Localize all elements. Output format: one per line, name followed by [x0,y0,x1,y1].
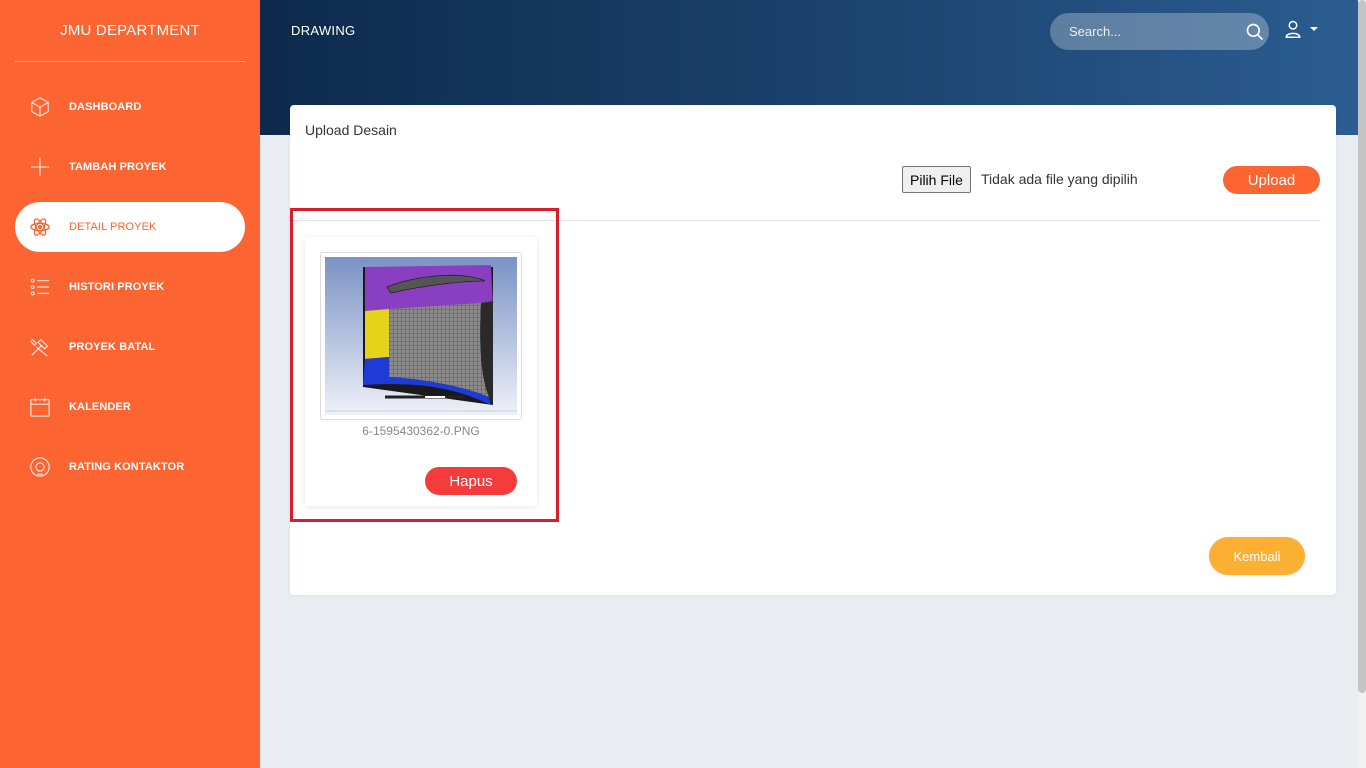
scrollbar-thumb[interactable] [1358,0,1366,693]
sidebar-item-label: TAMBAH PROYEK [69,161,167,173]
chevron-down-icon [1310,27,1318,31]
sidebar-item-proyek-batal[interactable]: PROYEK BATAL [15,322,245,372]
card-title: Upload Desain [305,122,397,138]
sidebar-item-histori-proyek[interactable]: HISTORI PROYEK [15,262,245,312]
sidebar-item-label: PROYEK BATAL [69,341,156,353]
brand-title: JMU DEPARTMENT [15,0,245,62]
back-button[interactable]: Kembali [1209,537,1305,575]
sidebar-item-detail-proyek[interactable]: DETAIL PROYEK [15,202,245,252]
file-status-text: Tidak ada file yang dipilih [981,171,1138,187]
sidebar-item-label: DASHBOARD [69,101,142,113]
search-input[interactable] [1069,24,1245,39]
page-scrollbar[interactable] [1358,0,1366,768]
file-thumbnail[interactable] [320,252,522,420]
file-card: 6-1595430362-0.PNG Hapus [305,237,537,506]
upload-button[interactable]: Upload [1223,166,1320,194]
cube-icon [29,96,51,118]
search-bar [1050,13,1269,50]
sidebar-nav: DASHBOARD TAMBAH PROYEK DETAIL PROYEK HI… [0,82,260,492]
sidebar-item-label: KALENDER [69,401,131,413]
sidebar-item-dashboard[interactable]: DASHBOARD [15,82,245,132]
search-icon[interactable] [1245,22,1265,42]
sidebar-item-kalender[interactable]: KALENDER [15,382,245,432]
sidebar-item-label: DETAIL PROYEK [69,221,157,233]
user-menu[interactable] [1284,20,1318,38]
list-icon [29,276,51,298]
page-title: DRAWING [291,23,356,38]
delete-button[interactable]: Hapus [425,467,517,495]
choose-file-button[interactable]: Pilih File [902,166,971,193]
tools-icon [29,336,51,358]
file-name: 6-1595430362-0.PNG [362,424,480,438]
plus-icon [29,156,51,178]
sidebar-item-label: RATING KONTAKTOR [69,461,185,473]
sidebar-item-rating-kontaktor[interactable]: RATING KONTAKTOR [15,442,245,492]
sidebar-item-label: HISTORI PROYEK [69,281,165,293]
sidebar-item-tambah-proyek[interactable]: TAMBAH PROYEK [15,142,245,192]
upload-card: Upload Desain Pilih File Tidak ada file … [290,105,1336,595]
badge-icon [29,456,51,478]
user-icon [1285,20,1301,38]
atom-icon [29,216,51,238]
sidebar: JMU DEPARTMENT DASHBOARD TAMBAH PROYEK D… [0,0,260,768]
calendar-icon [29,396,51,418]
